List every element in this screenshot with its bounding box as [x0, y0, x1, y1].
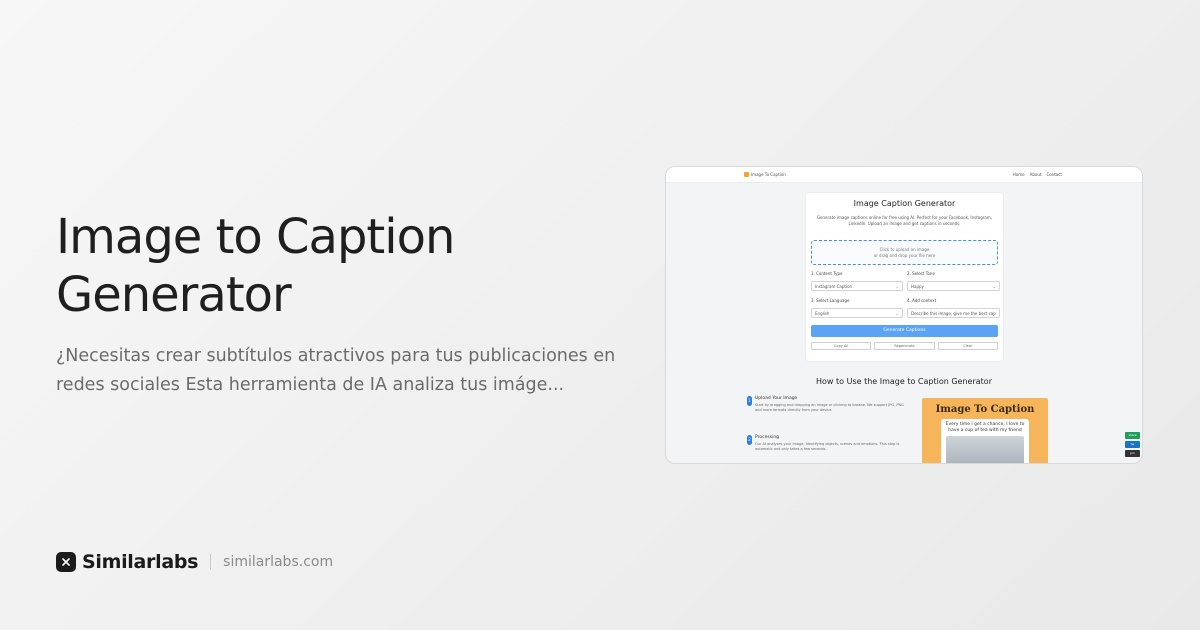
- similarlabs-logo-icon: [56, 552, 76, 572]
- nav-link-about[interactable]: About: [1030, 172, 1042, 177]
- step-number: 2: [747, 435, 752, 445]
- panel-subtitle: Generate image captions online for free …: [816, 215, 993, 226]
- brand-separator: [210, 554, 212, 570]
- step-number: 1: [747, 396, 752, 406]
- screenshot-nav-links: Home About Contact: [1013, 172, 1062, 177]
- regenerate-button[interactable]: Regenerate: [874, 342, 935, 350]
- screenshot-navbar: Image To Caption Home About Contact: [666, 167, 1142, 183]
- chevron-down-icon: ⌄: [895, 311, 899, 316]
- language-select[interactable]: English ⌄: [811, 308, 903, 318]
- context-placeholder: Describe this image, give me the best ca…: [911, 311, 996, 316]
- website-screenshot: Image To Caption Home About Contact Imag…: [665, 166, 1143, 464]
- tone-value: Happy: [911, 284, 924, 289]
- share-badge[interactable]: share: [1125, 432, 1140, 439]
- how-to-title: How to Use the Image to Caption Generato…: [816, 377, 992, 386]
- poster-card-text: Every time I get a chance, I love to hav…: [945, 422, 1025, 433]
- language-value: English: [815, 311, 830, 316]
- language-label: 3. Select Language: [811, 298, 850, 303]
- poster-image: [946, 436, 1024, 463]
- tone-select[interactable]: Happy ⌄: [907, 281, 1000, 291]
- example-poster: Image To Caption Every time I get a chan…: [922, 398, 1048, 463]
- copy-all-button[interactable]: Copy All: [811, 342, 872, 350]
- twitter-badge[interactable]: tw: [1125, 441, 1140, 448]
- dropzone-line-2: or drag and drop your file here: [873, 253, 936, 258]
- content-type-label: 1. Content Type: [811, 271, 843, 276]
- generate-captions-button[interactable]: Generate Captions: [811, 325, 998, 337]
- poster-title: Image To Caption: [935, 404, 1035, 415]
- chevron-down-icon: ⌄: [992, 284, 996, 289]
- step-title: Processing: [755, 435, 780, 440]
- brand-url[interactable]: similarlabs.com: [223, 554, 333, 570]
- brand-name: Similarlabs: [82, 551, 199, 573]
- panel-title: Image Caption Generator: [853, 199, 956, 208]
- pinterest-badge[interactable]: pin: [1125, 450, 1140, 457]
- screenshot-logo-text: Image To Caption: [751, 172, 786, 177]
- step-title: Upload Your Image: [755, 396, 798, 401]
- share-badges: share tw pin: [1125, 432, 1140, 457]
- nav-link-contact[interactable]: Contact: [1046, 172, 1062, 177]
- brand-footer: Similarlabs similarlabs.com: [56, 551, 333, 573]
- content-type-select[interactable]: Instagram Caption ⌄: [811, 281, 903, 291]
- chevron-down-icon: ⌄: [895, 284, 899, 289]
- page-description: ¿Necesitas crear subtítulos atractivos p…: [56, 346, 616, 395]
- clear-button[interactable]: Clear: [937, 342, 998, 350]
- image-dropzone[interactable]: Click to upload an image or drag and dro…: [811, 240, 998, 265]
- action-buttons: Copy All Regenerate Clear: [811, 342, 998, 350]
- tone-label: 2. Select Tone: [907, 271, 935, 276]
- logo-icon: [744, 172, 749, 177]
- poster-card: Every time I get a chance, I love to hav…: [941, 419, 1029, 463]
- screenshot-logo[interactable]: Image To Caption: [744, 172, 786, 177]
- step-description: Our AI analyzes your image, identifying …: [755, 442, 900, 451]
- content-type-value: Instagram Caption: [815, 284, 853, 289]
- step-description: Start by dragging and dropping an image …: [755, 403, 904, 412]
- generator-panel: Image Caption Generator Generate image c…: [805, 192, 1004, 362]
- page-title: Image to Caption Generator: [56, 209, 455, 323]
- context-input[interactable]: Describe this image, give me the best ca…: [907, 308, 1000, 318]
- context-label: 4. Add context: [907, 298, 937, 303]
- nav-link-home[interactable]: Home: [1013, 172, 1025, 177]
